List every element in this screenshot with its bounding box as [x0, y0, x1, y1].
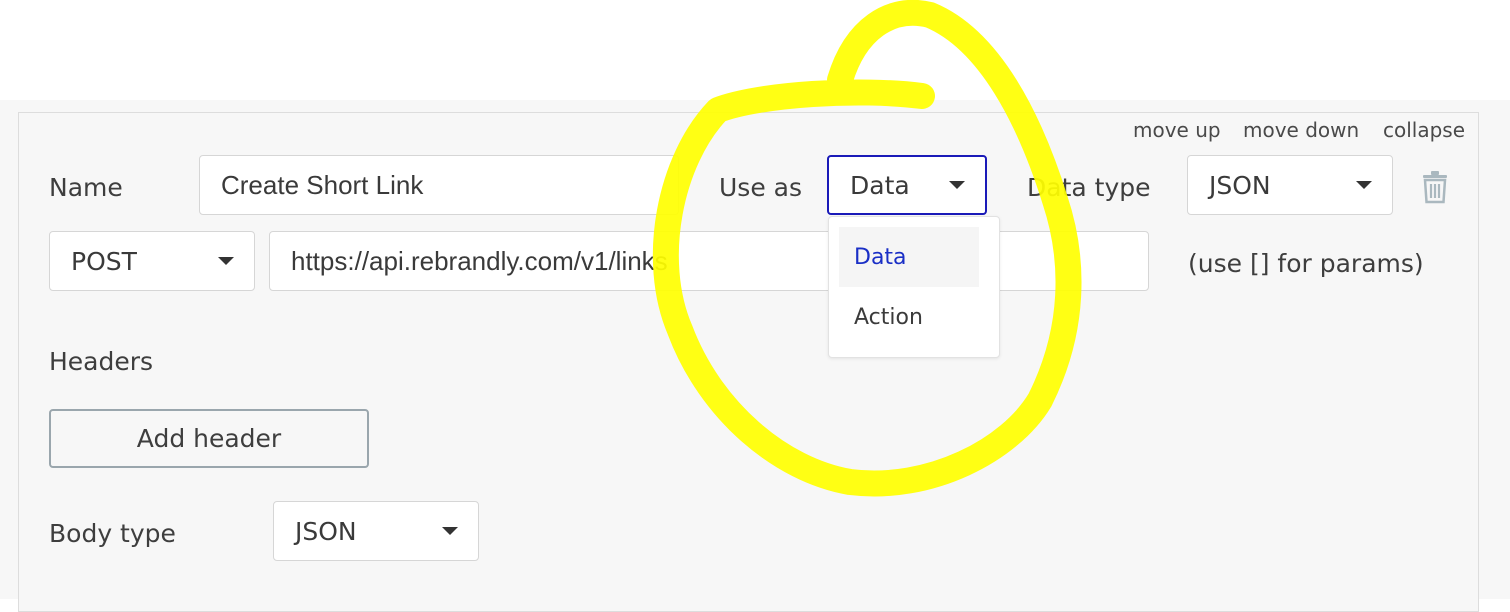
caret-down-icon [218, 257, 234, 265]
body-type-label: Body type [49, 519, 176, 548]
trash-icon[interactable] [1421, 170, 1449, 208]
body-type-select-value: JSON [295, 516, 357, 546]
caret-down-icon [949, 181, 965, 189]
url-input-value: https://api.rebrandly.com/v1/links [291, 245, 668, 276]
use-as-select[interactable]: Data [827, 155, 987, 215]
data-type-select[interactable]: JSON [1187, 155, 1393, 215]
method-select[interactable]: POST [49, 231, 255, 291]
data-type-select-value: JSON [1209, 170, 1271, 200]
use-as-select-value: Data [850, 170, 910, 200]
move-up-link[interactable]: move up [1133, 118, 1221, 142]
body-type-select[interactable]: JSON [273, 501, 479, 561]
data-type-label: Data type [1027, 173, 1151, 202]
name-label: Name [49, 173, 123, 202]
method-select-value: POST [71, 246, 137, 276]
url-input[interactable]: https://api.rebrandly.com/v1/links [269, 231, 1149, 291]
headers-label: Headers [49, 347, 154, 376]
dropdown-option-data[interactable]: Data [839, 227, 979, 287]
dropdown-option-action[interactable]: Action [839, 287, 979, 347]
use-as-label: Use as [719, 173, 802, 202]
caret-down-icon [442, 527, 458, 535]
move-down-link[interactable]: move down [1243, 118, 1359, 142]
collapse-link[interactable]: collapse [1383, 118, 1465, 142]
use-as-dropdown-menu: Data Action [828, 216, 1000, 358]
params-hint: (use [] for params) [1188, 249, 1424, 278]
add-header-button[interactable]: Add header [49, 409, 369, 468]
caret-down-icon [1356, 181, 1372, 189]
name-input-value: Create Short Link [221, 169, 424, 200]
name-input[interactable]: Create Short Link [199, 155, 679, 215]
